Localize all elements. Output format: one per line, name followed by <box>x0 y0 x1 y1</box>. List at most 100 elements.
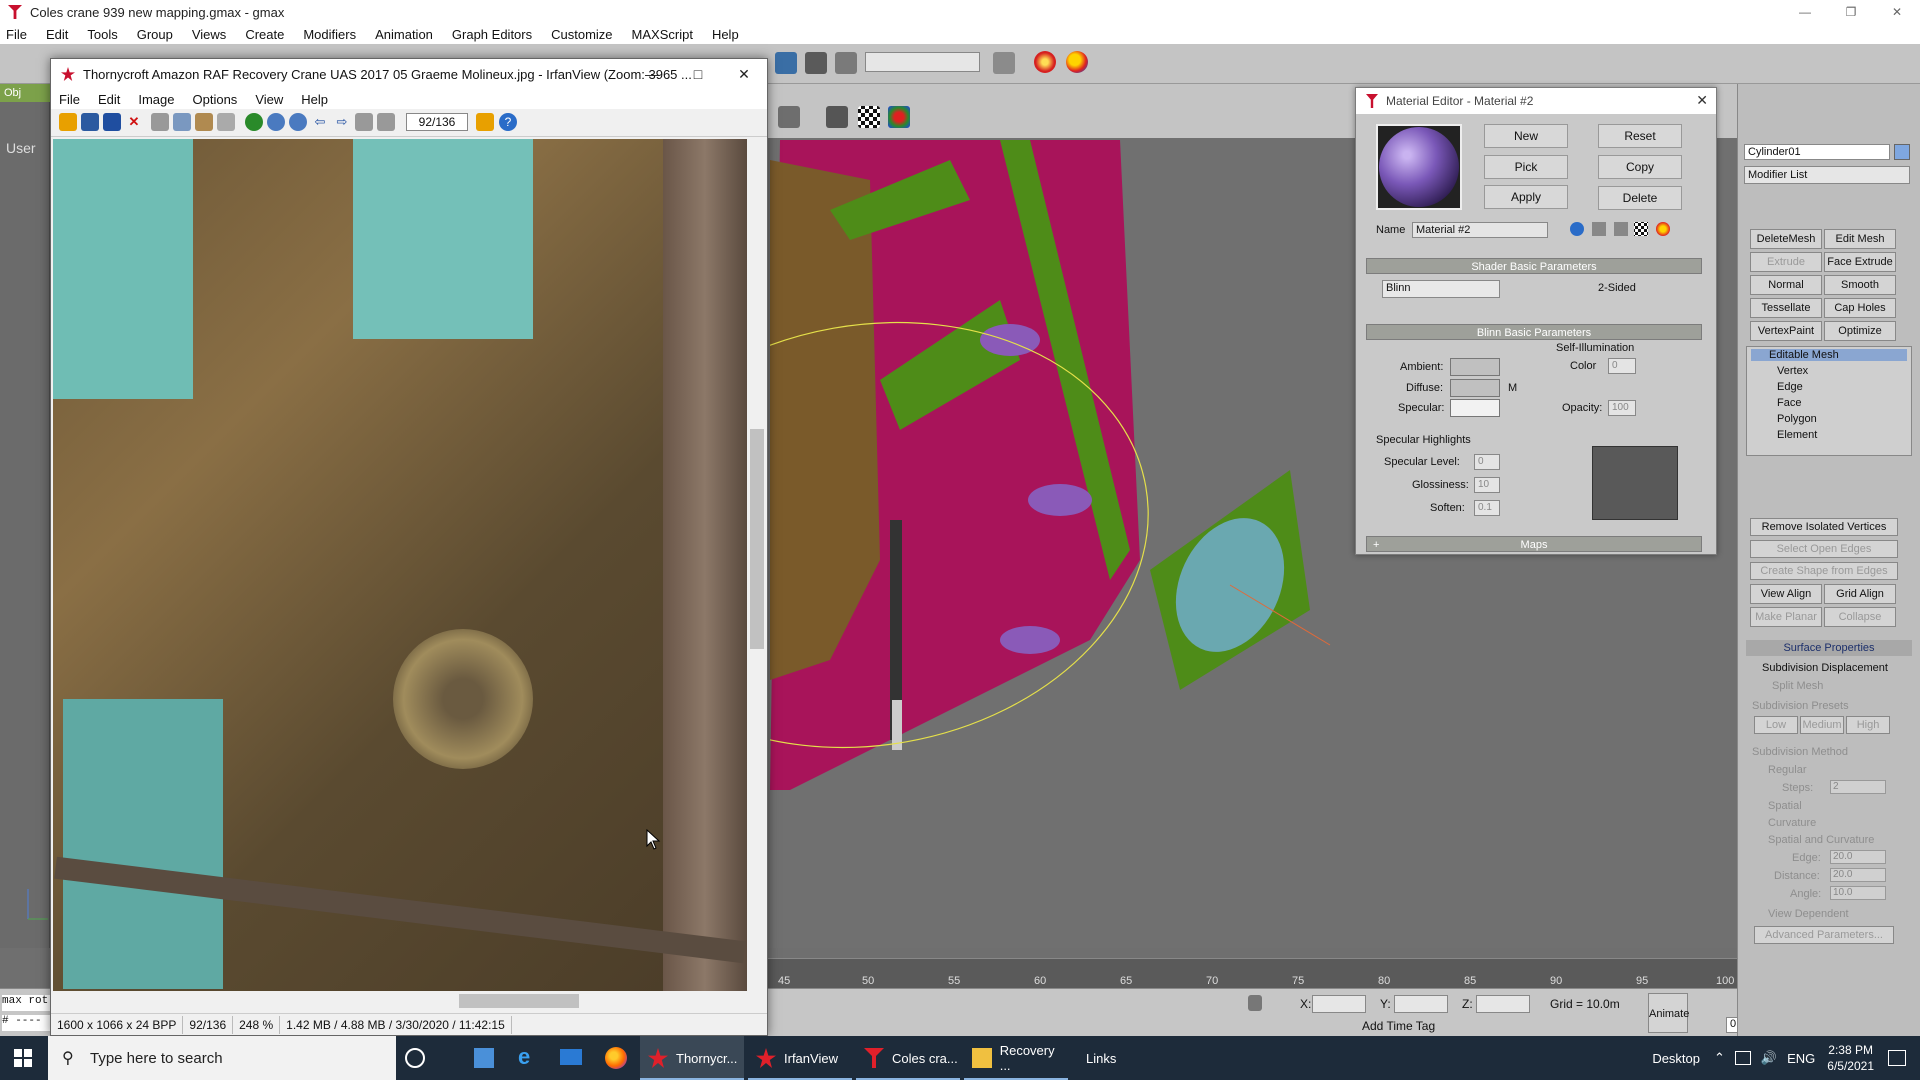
normal-button[interactable]: Normal <box>1750 275 1822 295</box>
preset-high-button[interactable]: High <box>1846 716 1890 734</box>
start-icon[interactable] <box>14 1049 32 1067</box>
deletemesh-button[interactable]: DeleteMesh <box>1750 229 1822 249</box>
y-coord-field[interactable] <box>1394 995 1448 1013</box>
remove-isolated-button[interactable]: Remove Isolated Vertices <box>1750 518 1898 536</box>
timeline-slider[interactable]: 45 50 55 60 65 70 75 80 85 90 95 100 <box>760 958 1737 988</box>
curvature-radio[interactable]: Curvature <box>1768 817 1816 829</box>
spatial-radio[interactable]: Spatial <box>1768 800 1802 812</box>
edit-mesh-button[interactable]: Edit Mesh <box>1824 229 1896 249</box>
taskbar-app-irfanview[interactable]: IrfanView <box>748 1036 852 1080</box>
paint-icon[interactable] <box>476 113 494 131</box>
menu-edit[interactable]: Edit <box>98 92 120 107</box>
rotate-icon[interactable] <box>805 52 827 74</box>
menu-maxscript[interactable]: MAXScript <box>632 27 693 42</box>
animate-button[interactable]: Animate <box>1648 993 1689 1033</box>
menu-animation[interactable]: Animation <box>375 27 433 42</box>
self-illum-value[interactable]: 0 <box>1608 358 1636 374</box>
vertexpaint-button[interactable]: VertexPaint <box>1750 321 1822 341</box>
viewport-label[interactable]: User <box>6 140 36 156</box>
cap-holes-button[interactable]: Cap Holes <box>1824 298 1896 318</box>
slideshow-icon[interactable] <box>81 113 99 131</box>
pick-button[interactable]: Pick <box>1484 155 1568 179</box>
spatial-curvature-radio[interactable]: Spatial and Curvature <box>1768 834 1874 846</box>
minimize-icon[interactable]: — <box>1782 0 1828 24</box>
material-sample-slot[interactable] <box>1376 124 1462 210</box>
paste-icon[interactable] <box>195 113 213 131</box>
optimize-button[interactable]: Optimize <box>1824 321 1896 341</box>
soften-field[interactable]: 0.1 <box>1474 500 1500 516</box>
menu-graph-editors[interactable]: Graph Editors <box>452 27 532 42</box>
regular-radio[interactable]: Regular <box>1768 764 1807 776</box>
page-counter-field[interactable]: 92/136 <box>406 113 468 131</box>
close-icon[interactable]: ✕ <box>1874 0 1920 24</box>
menu-tools[interactable]: Tools <box>87 27 117 42</box>
distance-field[interactable]: 20.0 <box>1830 868 1886 882</box>
cut-icon[interactable] <box>151 113 169 131</box>
show-map-icon[interactable] <box>1634 222 1648 236</box>
menu-views[interactable]: Views <box>192 27 226 42</box>
collapse-button[interactable]: Collapse <box>1824 607 1896 627</box>
network-icon[interactable] <box>1734 1051 1751 1065</box>
stack-vertex[interactable]: Vertex <box>1777 365 1808 377</box>
shader-type-dropdown[interactable]: Blinn <box>1382 280 1500 298</box>
stack-face[interactable]: Face <box>1777 397 1801 409</box>
view-align-button[interactable]: View Align <box>1750 584 1822 604</box>
edge-field[interactable]: 20.0 <box>1830 850 1886 864</box>
object-tab[interactable]: Obj <box>0 84 50 102</box>
x-coord-field[interactable] <box>1312 995 1366 1013</box>
two-sided-checkbox[interactable]: 2-Sided <box>1598 282 1636 294</box>
menu-file[interactable]: File <box>59 92 80 107</box>
next-icon[interactable]: ⇨ <box>333 113 351 131</box>
previous-icon[interactable]: ⇦ <box>311 113 329 131</box>
get-material-icon[interactable] <box>1570 222 1584 236</box>
copy-button[interactable]: Copy <box>1598 155 1682 179</box>
opacity-field[interactable]: 100 <box>1608 400 1636 416</box>
specular-swatch[interactable] <box>1450 399 1500 417</box>
preset-medium-button[interactable]: Medium <box>1800 716 1844 734</box>
stack-element[interactable]: Element <box>1777 429 1817 441</box>
edge-icon[interactable]: e <box>518 1046 540 1068</box>
menu-file[interactable]: File <box>6 27 27 42</box>
menu-modifiers[interactable]: Modifiers <box>303 27 356 42</box>
surface-properties-header[interactable]: Surface Properties <box>1746 640 1912 656</box>
preset-low-button[interactable]: Low <box>1754 716 1798 734</box>
close-icon[interactable]: ✕ <box>1696 92 1708 109</box>
input-language[interactable]: ENG <box>1787 1051 1815 1066</box>
reset-button[interactable]: Reset <box>1598 124 1682 148</box>
store-icon[interactable] <box>474 1048 494 1068</box>
horizontal-scrollbar[interactable] <box>53 991 747 1011</box>
subdiv-displacement-label[interactable]: Subdivision Displacement <box>1762 662 1888 674</box>
scale-icon[interactable] <box>835 52 857 74</box>
taskbar-app-coles-crane[interactable]: Coles cra... <box>856 1036 960 1080</box>
split-mesh-label[interactable]: Split Mesh <box>1772 680 1823 692</box>
firefox-icon[interactable] <box>605 1047 627 1069</box>
maximize-icon[interactable]: □ <box>675 59 721 89</box>
cortana-icon[interactable] <box>405 1048 425 1068</box>
stack-polygon[interactable]: Polygon <box>1777 413 1817 425</box>
self-illum-color-checkbox[interactable]: Color <box>1570 360 1596 372</box>
zoom-in-icon[interactable] <box>267 113 285 131</box>
advanced-params-button[interactable]: Advanced Parameters... <box>1754 926 1894 944</box>
displayed-photo[interactable] <box>53 139 747 991</box>
grid-align-button[interactable]: Grid Align <box>1824 584 1896 604</box>
glossiness-field[interactable]: 10 <box>1474 477 1500 493</box>
copy-icon[interactable] <box>173 113 191 131</box>
links-toolbar[interactable]: Links <box>1086 1036 1116 1080</box>
extrude-button[interactable]: Extrude <box>1750 252 1822 272</box>
menu-image[interactable]: Image <box>138 92 174 107</box>
rotate-left-icon[interactable] <box>355 113 373 131</box>
minimize-icon[interactable]: — <box>629 59 675 89</box>
delete-icon[interactable]: ✕ <box>125 113 143 131</box>
menu-help[interactable]: Help <box>301 92 328 107</box>
put-library-icon[interactable] <box>1614 222 1628 236</box>
taskbar-app-thornycroft[interactable]: Thornycr... <box>640 1036 744 1080</box>
blinn-basic-params-header[interactable]: Blinn Basic Parameters <box>1366 324 1702 340</box>
render-scene-icon[interactable] <box>1034 51 1056 73</box>
delete-button[interactable]: Delete <box>1598 186 1682 210</box>
restore-icon[interactable]: ❐ <box>1828 0 1874 24</box>
close-icon[interactable]: ✕ <box>721 59 767 89</box>
checker-icon[interactable] <box>858 106 880 128</box>
notifications-icon[interactable] <box>1888 1050 1906 1066</box>
angle-field[interactable]: 10.0 <box>1830 886 1886 900</box>
clock[interactable]: 2:38 PM 6/5/2021 <box>1827 1042 1874 1074</box>
